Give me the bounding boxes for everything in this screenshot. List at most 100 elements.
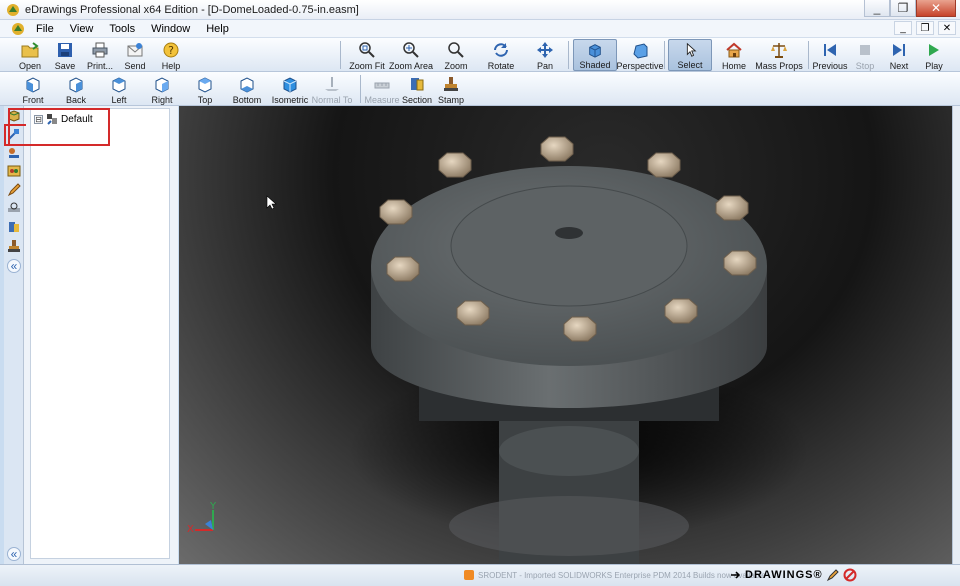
brand-arrow-icon [731,571,741,579]
menu-bar: File View Tools Window Help _ ❐ ✕ [0,20,960,38]
doc-minimize-button[interactable]: _ [894,21,912,35]
zoom-area-icon [403,42,419,58]
panel-icon-strip: « « [4,106,24,564]
right-view-button[interactable]: Right [146,73,178,105]
menu-tools[interactable]: Tools [101,23,143,35]
zoom-button[interactable]: Zoom [440,39,472,71]
collapse-panel-bottom-button[interactable]: « [7,547,21,561]
markup-panel-icon[interactable] [7,146,21,160]
next-button[interactable]: Next [886,39,912,71]
previous-button[interactable]: Previous [812,39,848,71]
select-button[interactable]: Select [668,39,712,71]
toolbar-separator [808,41,809,69]
bottom-view-button[interactable]: Bottom [230,73,264,105]
pan-button[interactable]: Pan [530,39,560,71]
normal-to-button[interactable]: Normal To [312,73,352,105]
section-plane-icon [411,78,424,91]
rss-feed-icon [464,570,474,580]
shaded-cube-icon [589,44,601,58]
edrawings-app-icon [7,3,19,16]
bottom-view-cube-icon [240,77,254,93]
highlight-annotation-stub [4,124,26,146]
zoom-area-button[interactable]: Zoom Area [389,39,433,71]
title-bar: eDrawings Professional x64 Edition - [D-… [0,0,960,20]
shaded-button[interactable]: Shaded [573,39,617,71]
select-cursor-icon [686,42,697,57]
rotate-button[interactable]: Rotate [484,39,518,71]
perspective-cube-icon [633,43,648,59]
send-envelope-icon [127,43,143,57]
pencil-markup-icon[interactable] [7,183,21,197]
menu-view[interactable]: View [62,23,102,35]
no-markup-icon[interactable] [843,568,857,582]
news-feed-text: SRODENT - Imported SOLIDWORKS Enterprise… [478,570,766,580]
status-bar: SRODENT - Imported SOLIDWORKS Enterprise… [0,564,960,586]
section-button[interactable]: Section [402,73,432,105]
measure-ruler-icon [374,82,390,89]
previous-skip-icon [824,44,836,56]
stamp-button[interactable]: Stamp [436,73,466,105]
viewport-scrollbar[interactable] [952,106,960,564]
perspective-button[interactable]: Perspective [616,39,664,71]
dome-center-hole [555,227,583,239]
dome-inner-plate [450,185,688,307]
menu-help[interactable]: Help [198,23,237,35]
brand-wordmark: DRAWINGS® [745,569,823,581]
top-view-cube-icon [198,77,212,93]
stop-button[interactable]: Stop [852,39,878,71]
document-logo-icon[interactable] [11,22,25,36]
top-view-button[interactable]: Top [190,73,220,105]
section-panel-icon[interactable] [7,220,21,234]
isometric-cube-icon [283,77,297,93]
toolbar-separator [664,41,665,69]
zoom-fit-button[interactable]: Zoom Fit [348,39,386,71]
window-title: eDrawings Professional x64 Edition - [D-… [25,3,359,16]
front-view-button[interactable]: Front [16,73,50,105]
mass-props-button[interactable]: Mass Props [755,39,803,71]
floppy-disk-icon [58,43,72,57]
doc-close-button[interactable]: ✕ [938,21,956,35]
configuration-tree-panel: ⊟ Default [24,106,178,564]
back-view-button[interactable]: Back [60,73,92,105]
stamp-panel-icon[interactable] [7,239,21,253]
news-feed-message[interactable]: SRODENT - Imported SOLIDWORKS Enterprise… [464,570,766,580]
toolbar-separator [568,41,569,69]
home-house-icon [726,42,742,58]
help-button[interactable]: ? Help [156,39,186,71]
toolbar-separator [360,75,361,103]
send-button[interactable]: Send [120,39,150,71]
help-question-icon: ? [163,42,179,58]
left-view-cube-icon [112,77,126,93]
svg-text:?: ? [168,44,174,57]
stamp-icon [444,77,458,91]
measure-panel-icon[interactable] [7,201,21,215]
markup-pencil-icon[interactable] [826,568,840,582]
mouse-cursor-icon [266,195,277,210]
save-button[interactable]: Save [50,39,80,71]
model-viewport[interactable]: X Y [179,106,952,564]
left-view-button[interactable]: Left [104,73,134,105]
maximize-button[interactable]: ❐ [890,0,916,17]
menu-window[interactable]: Window [143,23,198,35]
print-button[interactable]: Print... [84,39,116,71]
home-button[interactable]: Home [718,39,750,71]
printer-icon [92,42,108,58]
configuration-tree: ⊟ Default [30,108,170,559]
doc-restore-button[interactable]: ❐ [916,21,934,35]
edrawings-brand: DRAWINGS® [730,568,857,582]
isometric-view-button[interactable]: Isometric [270,73,310,105]
next-skip-icon [893,44,905,56]
close-button[interactable]: ✕ [916,0,956,17]
collapse-panel-button[interactable]: « [7,259,21,273]
animation-panel-icon[interactable] [7,164,21,178]
document-window-controls: _ ❐ ✕ [894,21,956,35]
triad-x-label: X [187,524,194,535]
open-button[interactable]: Open [14,39,46,71]
menu-file[interactable]: File [28,23,62,35]
valve-nut [499,426,639,476]
play-button[interactable]: Play [920,39,948,71]
measure-button[interactable]: Measure [364,73,400,105]
stop-square-icon [860,45,870,55]
open-folder-icon [21,42,39,58]
minimize-button[interactable]: _ [864,0,890,17]
